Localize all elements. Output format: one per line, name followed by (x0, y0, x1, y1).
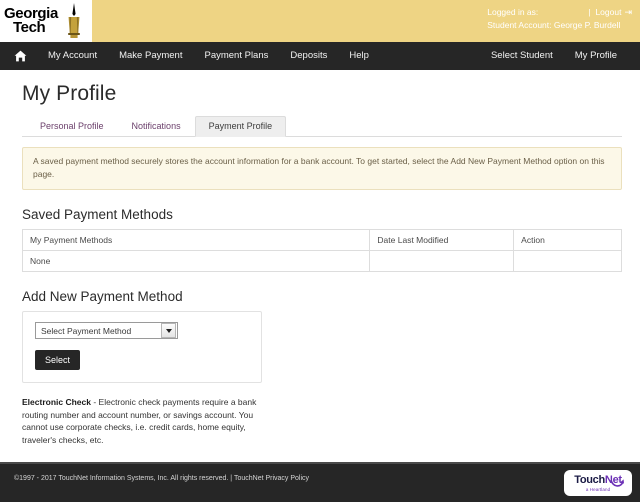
touchnet-swoosh-icon (609, 478, 624, 487)
footer-copyright: ©1997 - 2017 TouchNet Information System… (14, 475, 309, 482)
header-separator: | (588, 7, 591, 17)
page-footer: ©1997 - 2017 TouchNet Information System… (0, 462, 640, 502)
main-content: My Profile Personal Profile Notification… (0, 70, 640, 470)
nav-item-my-account[interactable]: My Account (37, 42, 108, 70)
logout-arrow-icon: ⇥ (624, 7, 632, 17)
nav-item-payment-plans[interactable]: Payment Plans (193, 42, 279, 70)
select-button[interactable]: Select (35, 350, 81, 370)
nav-item-deposits[interactable]: Deposits (279, 42, 338, 70)
nav-item-select-student[interactable]: Select Student (480, 42, 564, 70)
column-header-date-last-modified: Date Last Modified (369, 229, 515, 251)
logo-wordmark: Georgia Tech (4, 6, 58, 36)
electronic-check-description: Electronic Check - Electronic check paym… (22, 396, 258, 446)
page-title: My Profile (22, 82, 117, 105)
home-icon (14, 50, 27, 62)
privacy-policy-link[interactable]: TouchNet Privacy Policy (234, 475, 309, 482)
tab-notifications[interactable]: Notifications (118, 116, 195, 136)
info-alert: A saved payment method securely stores t… (22, 147, 622, 190)
table-body: None (21, 250, 622, 272)
login-info: Logged in as: | Logout ⇥ Student Account:… (487, 6, 632, 32)
table-header-row: My Payment Methods Date Last Modified Ac… (21, 229, 622, 251)
nav-right-group: Select Student My Profile (480, 42, 628, 70)
georgia-tech-tower-icon (68, 3, 80, 38)
nav-item-make-payment[interactable]: Make Payment (108, 42, 193, 70)
nav-item-help[interactable]: Help (338, 42, 380, 70)
column-header-action: Action (513, 229, 622, 251)
touchnet-wordmark: TouchNet (574, 473, 624, 487)
touchnet-logo: TouchNet a Heartland (564, 470, 632, 496)
login-row: Logged in as: | Logout ⇥ (487, 6, 632, 19)
main-navigation: My Account Make Payment Payment Plans De… (0, 42, 640, 70)
tab-payment-profile[interactable]: Payment Profile (194, 116, 287, 137)
nav-item-my-profile[interactable]: My Profile (564, 42, 628, 70)
payment-method-select-value: Select Payment Method (41, 325, 132, 336)
copyright-text: ©1997 - 2017 TouchNet Information System… (14, 475, 233, 482)
header-band: Georgia Tech Logged in as: | Logout ⇥ Stu… (0, 0, 640, 42)
tab-personal-profile[interactable]: Personal Profile (26, 116, 118, 136)
add-new-payment-method-heading: Add New Payment Method (22, 289, 183, 304)
cell-payment-method: None (21, 250, 371, 272)
saved-payment-methods-heading: Saved Payment Methods (22, 207, 173, 222)
add-payment-method-panel: Select Payment Method Select (22, 311, 262, 383)
georgia-tech-logo[interactable]: Georgia Tech (0, 0, 92, 42)
saved-payment-methods-table: My Payment Methods Date Last Modified Ac… (21, 229, 622, 272)
table-row: None (21, 250, 622, 272)
page-root: Georgia Tech Logged in as: | Logout ⇥ Stu… (0, 0, 640, 502)
table-header: My Payment Methods Date Last Modified Ac… (21, 229, 622, 251)
nav-home-button[interactable] (0, 50, 37, 62)
cell-action (513, 250, 622, 272)
logo-line-2: Tech (13, 19, 46, 36)
logged-in-label: Logged in as: (487, 7, 539, 17)
column-header-my-payment-methods: My Payment Methods (21, 229, 371, 251)
header-right: Logged in as: | Logout ⇥ Student Account:… (92, 0, 640, 42)
student-account-label: Student Account: George P. Burdell (487, 20, 621, 30)
logout-label: Logout (595, 7, 622, 17)
nav-left-group: My Account Make Payment Payment Plans De… (0, 42, 380, 70)
payment-method-select[interactable]: Select Payment Method (35, 322, 178, 339)
cell-date-last-modified (369, 250, 515, 272)
touchnet-touch-text: Touch (574, 473, 605, 486)
chevron-down-icon[interactable] (161, 323, 176, 338)
profile-tabs: Personal Profile Notifications Payment P… (22, 116, 622, 137)
logout-link[interactable]: Logout ⇥ (595, 6, 632, 19)
touchnet-subtitle: a Heartland (585, 486, 611, 492)
electronic-check-term: Electronic Check (22, 397, 91, 407)
